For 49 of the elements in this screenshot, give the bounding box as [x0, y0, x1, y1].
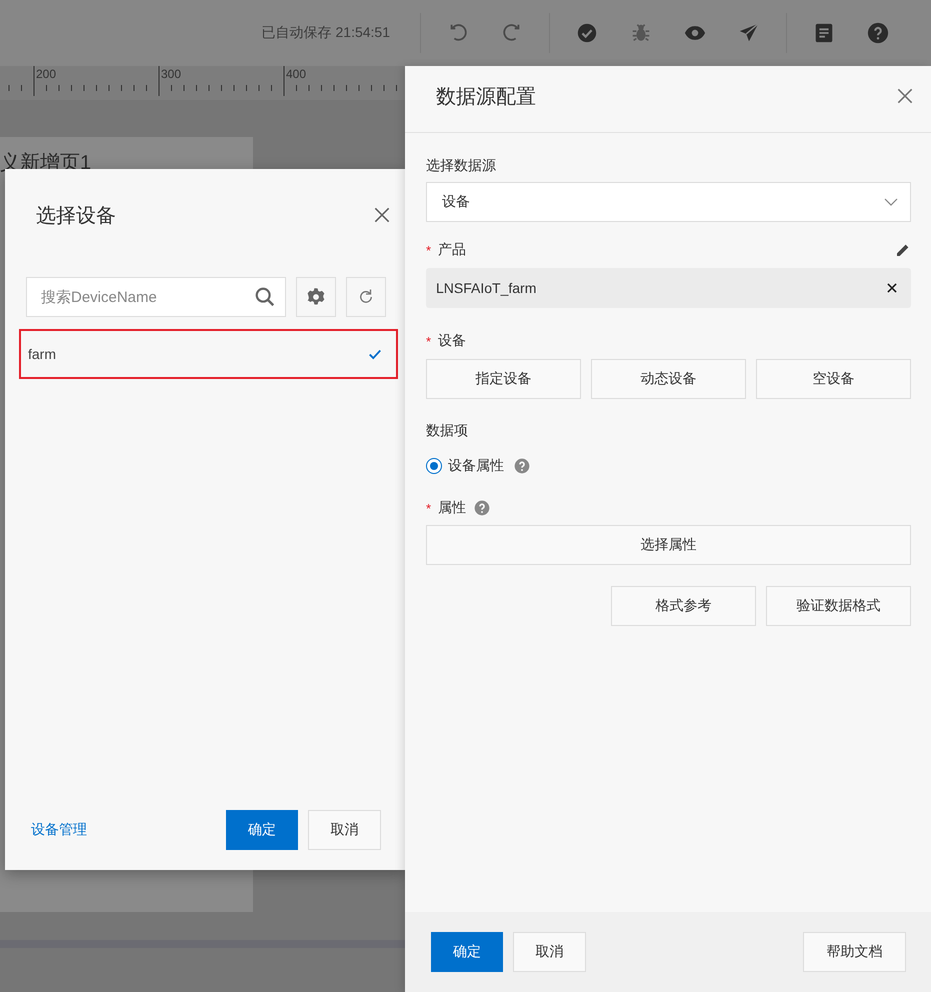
select-property-button[interactable]: 选择属性 — [426, 525, 911, 565]
autosave-status: 已自动保存 21:54:51 — [262, 24, 390, 42]
required-mark: * — [426, 334, 432, 348]
ruler-label: 300 — [161, 67, 182, 81]
help-icon[interactable] — [867, 22, 889, 44]
device-mode-button[interactable]: 动态设备 — [591, 359, 746, 399]
device-mode-button[interactable]: 空设备 — [756, 359, 911, 399]
radio-label: 设备属性 — [448, 457, 504, 475]
device-item[interactable]: farm — [19, 329, 398, 379]
help-icon — [474, 500, 490, 516]
help-docs-button[interactable]: 帮助文档 — [803, 932, 906, 972]
field-label: 产品 — [438, 241, 466, 259]
format-reference-button[interactable]: 格式参考 — [611, 586, 756, 626]
cancel-button[interactable]: 取消 — [513, 932, 586, 972]
field-label: 属性 — [438, 499, 466, 517]
validate-format-button[interactable]: 验证数据格式 — [766, 586, 911, 626]
check-circle-icon[interactable] — [576, 22, 598, 44]
close-icon[interactable] — [895, 86, 915, 106]
clear-icon[interactable] — [885, 281, 899, 295]
cancel-button[interactable]: 取消 — [308, 810, 381, 850]
refresh-icon — [357, 288, 375, 306]
confirm-button[interactable]: 确定 — [226, 810, 298, 850]
required-mark: * — [426, 242, 432, 258]
field-label: 数据项 — [426, 422, 468, 440]
close-icon[interactable] — [372, 205, 392, 225]
help-icon — [514, 458, 530, 474]
gear-icon — [306, 287, 326, 307]
pencil-icon[interactable] — [895, 242, 911, 258]
device-mode-button[interactable]: 指定设备 — [426, 359, 581, 399]
settings-button[interactable] — [296, 277, 336, 317]
device-name: farm — [28, 346, 56, 362]
required-mark: * — [426, 500, 432, 516]
search-field[interactable]: 搜索DeviceName — [26, 277, 286, 317]
dialog-title: 选择设备 — [36, 204, 116, 228]
field-label: 选择数据源 — [426, 157, 496, 175]
device-management-link[interactable]: 设备管理 — [31, 821, 87, 839]
bug-icon[interactable] — [630, 22, 652, 44]
product-value: LNSFAIoT_farm — [436, 280, 536, 296]
source-select[interactable]: 设备 — [426, 182, 911, 222]
search-icon — [254, 286, 276, 308]
radio-button[interactable] — [426, 458, 442, 474]
paper-plane-icon[interactable] — [738, 22, 760, 44]
confirm-button[interactable]: 确定 — [431, 932, 503, 972]
panel-title: 数据源配置 — [436, 84, 536, 110]
field-label: 设备 — [438, 332, 466, 350]
document-icon[interactable] — [813, 22, 835, 44]
ruler-label: 400 — [286, 67, 306, 81]
refresh-button[interactable] — [346, 277, 386, 317]
ruler-label: 200 — [36, 67, 56, 81]
